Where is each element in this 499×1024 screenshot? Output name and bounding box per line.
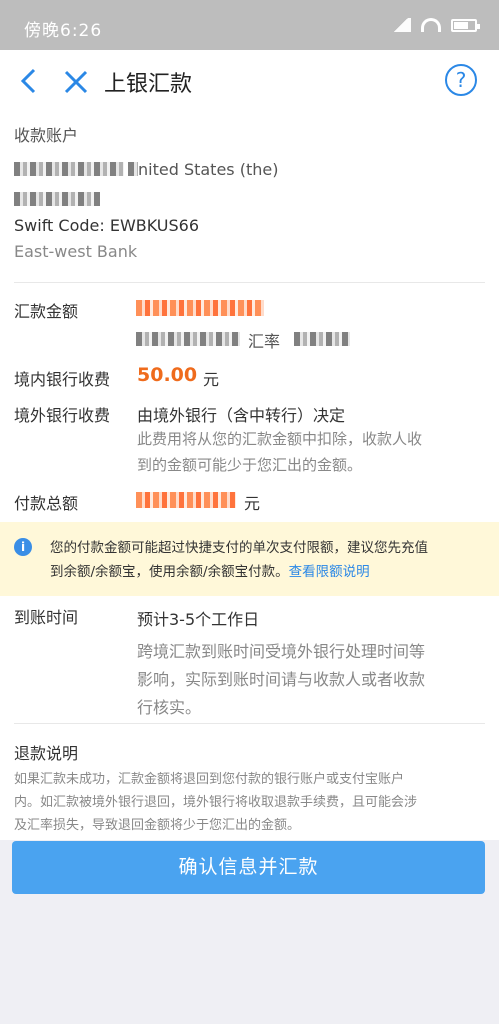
- arrival-note-3: 行核实。: [137, 698, 202, 717]
- foreign-fee-label: 境外银行收费: [14, 406, 111, 425]
- swift-code: Swift Code: EWBKUS66: [14, 216, 200, 235]
- status-bar: 傍晚6:26: [0, 0, 499, 50]
- arrival-label: 到账时间: [14, 608, 79, 627]
- refund-title: 退款说明: [14, 744, 79, 763]
- domestic-fee-unit: 元: [203, 370, 220, 389]
- rate-value-masked: [294, 332, 350, 346]
- amount-label: 汇款金额: [14, 302, 79, 321]
- notice-line-2: 到余额/余额宝，使用余额/余额宝付款。: [50, 564, 289, 580]
- divider: [14, 282, 485, 283]
- page-title: 上银汇款: [104, 72, 193, 97]
- close-button[interactable]: [60, 64, 92, 98]
- signal-icon: [391, 18, 411, 32]
- foreign-fee-note-2: 到的金额可能少于您汇出的金额。: [137, 456, 363, 474]
- total-unit: 元: [244, 494, 261, 513]
- domestic-fee-label: 境内银行收费: [14, 370, 111, 389]
- rate-label: 汇率: [248, 332, 281, 351]
- total-label: 付款总额: [14, 494, 79, 513]
- refund-line-2: 内。如汇款被境外银行退回，境外银行将收取退款手续费，且可能会涉: [14, 795, 418, 810]
- total-value-masked: [136, 492, 236, 508]
- domestic-fee-value: 50.00: [137, 364, 198, 386]
- status-time: 傍晚6:26: [24, 21, 103, 41]
- bank-name: East-west Bank: [14, 242, 138, 261]
- arrival-note-1: 跨境汇款到账时间受境外银行处理时间等: [137, 642, 426, 661]
- arrival-note-2: 影响，实际到账时间请与收款人或者收款: [137, 670, 426, 689]
- foreign-fee-value: 由境外银行（含中转行）决定: [137, 406, 346, 425]
- arrival-section: 到账时间 预计3-5个工作日 跨境汇款到账时间受境外银行处理时间等 影响，实际到…: [0, 596, 499, 728]
- refund-line-3: 及汇率损失，导致退回金额将少于您汇出的金额。: [14, 818, 301, 833]
- refund-line-1: 如果汇款未成功，汇款金额将退回到您付款的银行账户或支付宝账户: [14, 772, 405, 787]
- close-icon: [64, 70, 88, 94]
- recipient-account-masked: [14, 192, 100, 206]
- notice-line-1: 您的付款金额可能超过快捷支付的单次支付限额，建议您先充值: [50, 540, 428, 556]
- recipient-country: nited States (the): [138, 160, 279, 179]
- amount-value-masked: [136, 300, 264, 316]
- recipient-name-masked: [14, 162, 124, 176]
- notice-text: 您的付款金额可能超过快捷支付的单次支付限额，建议您先充值 到余额/余额宝，使用余…: [50, 536, 480, 584]
- wifi-icon: [421, 18, 441, 32]
- converted-amount-masked: [136, 332, 240, 346]
- refund-section: 退款说明 如果汇款未成功，汇款金额将退回到您付款的银行账户或支付宝账户 内。如汇…: [0, 728, 499, 840]
- chevron-left-icon: [20, 68, 36, 94]
- limit-info-link[interactable]: 查看限额说明: [289, 564, 370, 580]
- divider: [14, 723, 485, 724]
- limit-notice: i 您的付款金额可能超过快捷支付的单次支付限额，建议您先充值 到余额/余额宝，使…: [0, 522, 499, 596]
- help-icon[interactable]: ?: [445, 64, 477, 96]
- country-prefix-masked: [128, 162, 138, 176]
- confirm-transfer-button[interactable]: 确认信息并汇款: [12, 841, 485, 894]
- status-icons: [391, 18, 480, 32]
- arrival-value: 预计3-5个工作日: [137, 610, 260, 629]
- nav-bar: 上银汇款 ?: [0, 50, 499, 113]
- transfer-details: 收款账户 nited States (the) Swift Code: EWBK…: [0, 112, 499, 522]
- foreign-fee-note-1: 此费用将从您的汇款金额中扣除，收款人收: [137, 430, 423, 448]
- recipient-section-label: 收款账户: [14, 126, 79, 145]
- info-icon: i: [14, 538, 32, 556]
- battery-icon: [451, 18, 480, 32]
- back-button[interactable]: [14, 64, 44, 98]
